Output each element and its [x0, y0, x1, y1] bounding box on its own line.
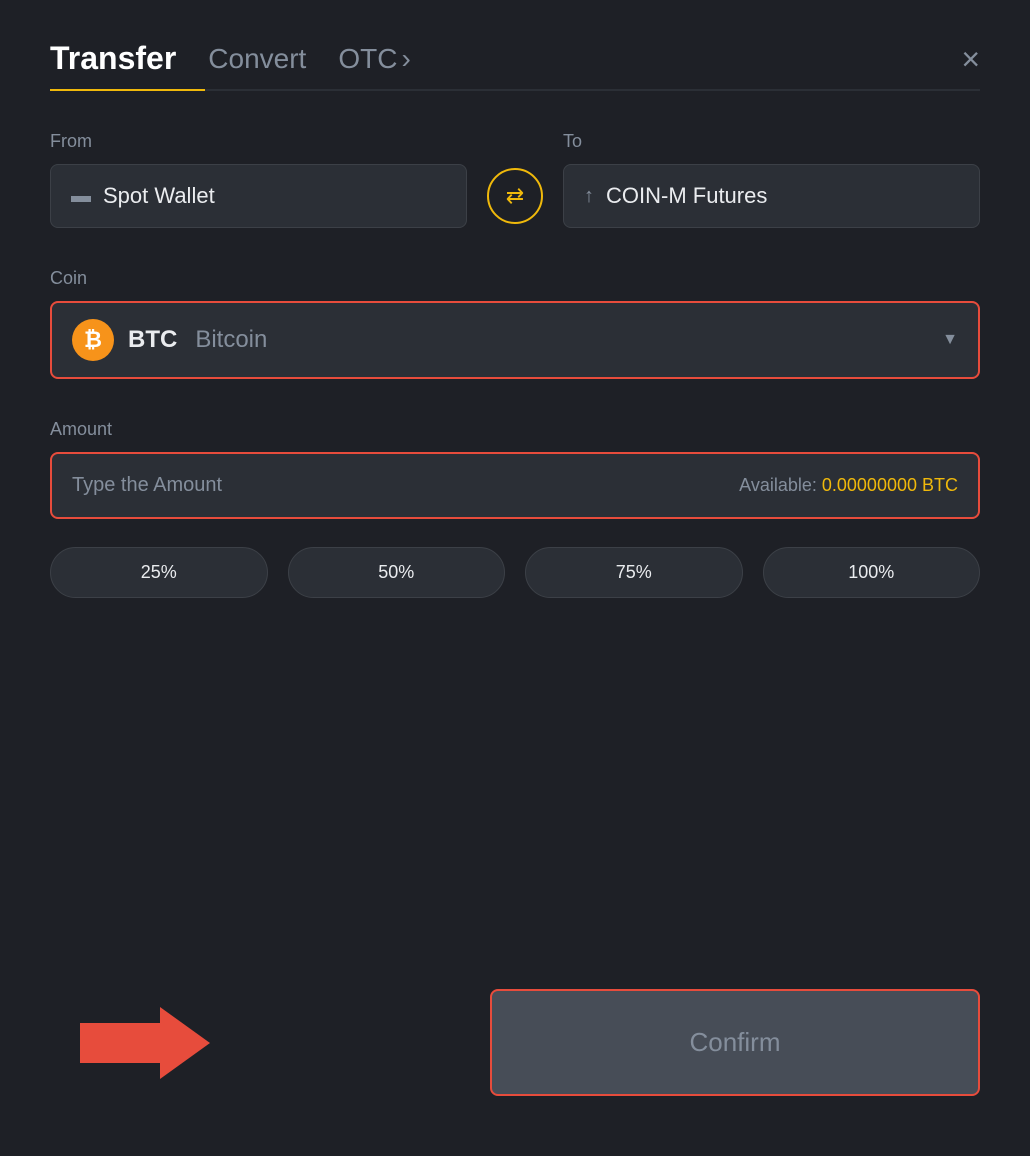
from-group: From ▬ Spot Wallet [50, 131, 467, 228]
wallet-card-icon: ▬ [71, 185, 91, 208]
swap-button[interactable]: ⇄ [487, 168, 543, 224]
pct-buttons: 25% 50% 75% 100% [50, 547, 980, 598]
amount-label: Amount [50, 419, 980, 440]
close-button[interactable]: × [961, 43, 980, 75]
tab-transfer[interactable]: Transfer [50, 40, 176, 77]
underline-active [50, 89, 205, 91]
bottom-area: Confirm [50, 989, 980, 1096]
available-text: Available: 0.00000000 BTC [739, 475, 958, 496]
arrow-body [80, 1023, 160, 1063]
arrow-head [160, 1007, 210, 1079]
coin-symbol: BTC [128, 326, 177, 354]
transfer-modal: Transfer Convert OTC › × From ▬ Spot Wal… [0, 0, 1030, 1156]
tab-convert[interactable]: Convert [208, 43, 306, 75]
pct-25-button[interactable]: 25% [50, 547, 268, 598]
coin-label: Coin [50, 268, 980, 289]
amount-section: Amount Available: 0.00000000 BTC [50, 419, 980, 547]
arrow-shape [80, 1007, 210, 1079]
to-wallet-selector[interactable]: ↑ COIN-M Futures [563, 164, 980, 228]
arrow-indicator [80, 1007, 210, 1079]
coin-selector[interactable]: ₿ BTC Bitcoin ▼ [50, 301, 980, 379]
from-wallet-selector[interactable]: ▬ Spot Wallet [50, 164, 467, 228]
to-wallet-name: COIN-M Futures [606, 183, 767, 209]
chevron-down-icon: ▼ [942, 331, 958, 349]
amount-input-wrapper: Available: 0.00000000 BTC [50, 452, 980, 519]
coin-section: Coin ₿ BTC Bitcoin ▼ [50, 268, 980, 419]
futures-icon: ↑ [584, 185, 594, 208]
pct-75-button[interactable]: 75% [525, 547, 743, 598]
coin-fullname: Bitcoin [195, 326, 267, 354]
btc-symbol: ₿ [84, 327, 102, 353]
modal-header: Transfer Convert OTC › × [50, 40, 980, 77]
confirm-button[interactable]: Confirm [490, 989, 980, 1096]
pct-100-button[interactable]: 100% [763, 547, 981, 598]
to-label: To [563, 131, 980, 152]
swap-container: ⇄ [467, 168, 563, 228]
available-amount: 0.00000000 BTC [822, 475, 958, 495]
from-label: From [50, 131, 467, 152]
tab-otc[interactable]: OTC › [338, 43, 410, 75]
from-to-section: From ▬ Spot Wallet ⇄ To ↑ COIN-M Futures [50, 131, 980, 228]
swap-icon: ⇄ [506, 183, 524, 209]
from-wallet-name: Spot Wallet [103, 183, 215, 209]
tab-underline [50, 89, 980, 91]
amount-input[interactable] [72, 474, 729, 497]
pct-50-button[interactable]: 50% [288, 547, 506, 598]
to-group: To ↑ COIN-M Futures [563, 131, 980, 228]
btc-icon: ₿ [72, 319, 114, 361]
